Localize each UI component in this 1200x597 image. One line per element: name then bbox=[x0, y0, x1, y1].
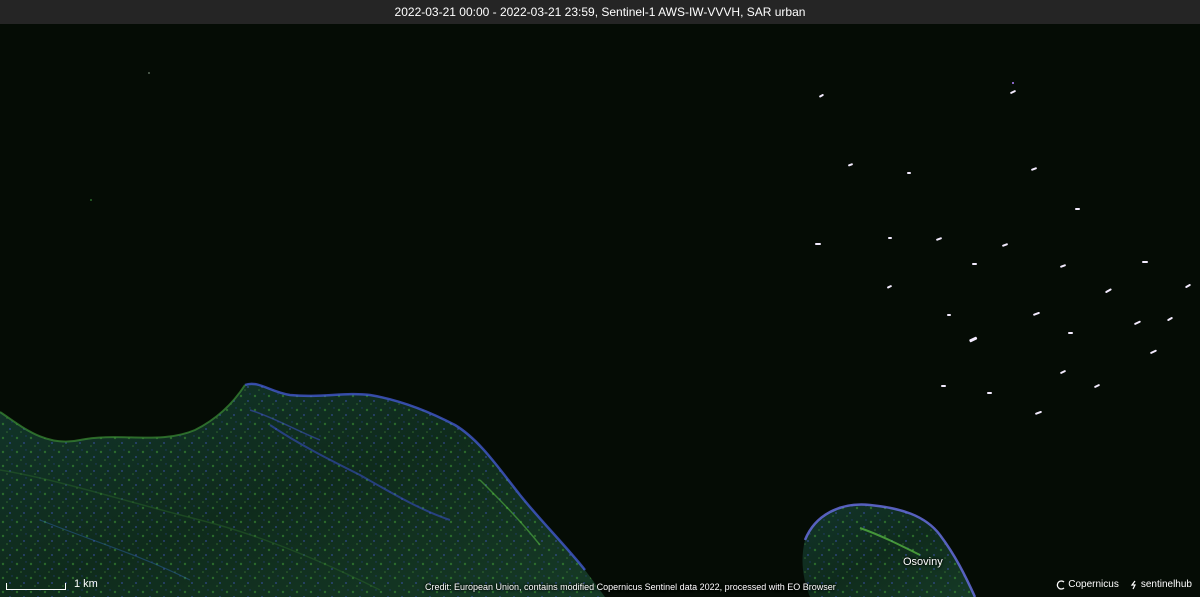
ship-echo bbox=[947, 314, 951, 316]
ship-echo bbox=[1075, 208, 1080, 210]
ship-echo bbox=[941, 385, 946, 387]
ship-echo bbox=[1012, 82, 1014, 84]
scale-label: 1 km bbox=[74, 578, 98, 590]
copernicus-logo: Copernicus bbox=[1056, 579, 1119, 590]
ship-echo bbox=[1068, 332, 1073, 334]
ship-echo bbox=[972, 263, 977, 265]
copernicus-icon bbox=[1056, 579, 1065, 590]
sar-map-canvas[interactable] bbox=[0, 0, 1200, 597]
provider-logos: Copernicus sentinelhub bbox=[1056, 579, 1192, 590]
ship-echo bbox=[815, 243, 821, 245]
ship-echo bbox=[90, 199, 92, 201]
ship-echo bbox=[907, 172, 911, 174]
ship-echo bbox=[148, 72, 150, 74]
scale-bar: 1 km bbox=[6, 576, 98, 590]
image-title: 2022-03-21 00:00 - 2022-03-21 23:59, Sen… bbox=[394, 5, 806, 19]
place-label-osoviny: Osoviny bbox=[903, 556, 943, 568]
credit-text: Credit: European Union, contains modifie… bbox=[425, 582, 836, 592]
copernicus-logo-text: Copernicus bbox=[1068, 579, 1119, 590]
sentinelhub-icon bbox=[1130, 580, 1136, 589]
scale-line bbox=[6, 583, 66, 590]
image-title-bar: 2022-03-21 00:00 - 2022-03-21 23:59, Sen… bbox=[0, 0, 1200, 24]
ship-echo bbox=[1142, 261, 1148, 263]
ship-echo bbox=[987, 392, 992, 394]
sentinelhub-logo-text: sentinelhub bbox=[1140, 579, 1192, 590]
ship-echo bbox=[888, 237, 892, 239]
sentinelhub-logo: sentinelhub bbox=[1129, 579, 1192, 590]
